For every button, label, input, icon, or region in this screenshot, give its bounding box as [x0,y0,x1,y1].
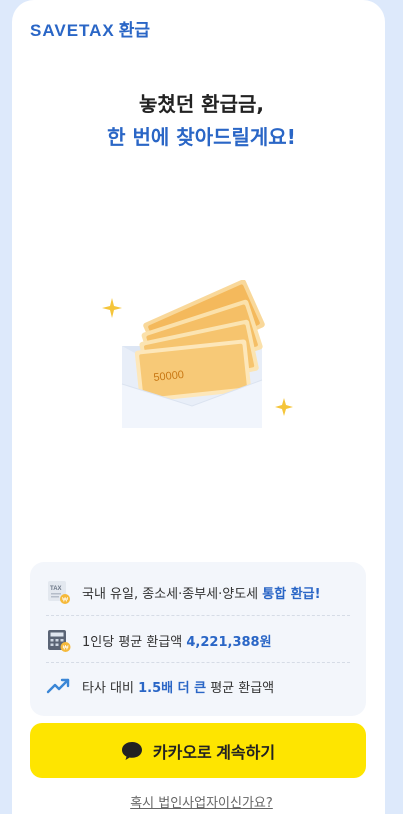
feature-text-average: 1인당 평균 환급액 4,221,388원 [82,634,272,650]
feature-row-average: ₩ 1인당 평균 환급액 4,221,388원 [46,618,350,662]
hero-headline: 놓쳤던 환급금, 한 번에 찾아드릴게요! [0,88,403,154]
bills: 50000 50000 50000 50000 [134,280,265,403]
feature-text-compare: 타사 대비 1.5배 더 큰 평균 환급액 [82,680,275,696]
kakao-login-label: 카카오로 계속하기 [152,744,276,762]
feature-highlight-amount: 4,221,388원 [186,634,272,650]
feature-highlight-tax: 통합 환급! [262,586,321,602]
feature-row-compare: 타사 대비 1.5배 더 큰 평균 환급액 [46,664,350,708]
logo-text-ko: 환급 [118,21,151,40]
corporate-business-link[interactable]: 혹시 법인사업자이신가요? [0,792,403,811]
svg-text:TAX: TAX [50,586,62,592]
trend-up-icon [46,678,70,694]
hero-line-2: 한 번에 찾아드릴게요! [107,125,296,149]
feature-text-tax: 국내 유일, 종소세·종부세·양도세 통합 환급! [82,586,321,602]
feature-highlight-ratio: 1.5배 더 큰 [138,680,207,696]
brand-logo[interactable]: SAVETAX 환급 [30,16,150,41]
svg-text:₩: ₩ [63,646,69,652]
calculator-icon: ₩ [48,630,71,652]
money-envelope-illustration: 50000 50000 50000 50000 [102,280,293,428]
svg-text:₩: ₩ [62,598,68,604]
speech-bubble-icon [121,741,142,760]
tax-doc-icon: TAX ₩ [48,581,70,604]
sparkle-left-icon [102,298,122,318]
logo-text-en: SAVETAX [30,21,115,40]
feature-info-box: TAX ₩ 국내 유일, 종소세·종부세·양도세 통합 환급! ₩ 1인당 평균… [30,562,366,716]
sparkle-right-icon [275,398,293,416]
divider [46,615,350,616]
hero-line-1: 놓쳤던 환급금, [139,92,264,116]
divider [46,662,350,663]
feature-row-tax: TAX ₩ 국내 유일, 종소세·종부세·양도세 통합 환급! [46,570,350,614]
kakao-login-button[interactable]: 카카오로 계속하기 [30,723,366,778]
